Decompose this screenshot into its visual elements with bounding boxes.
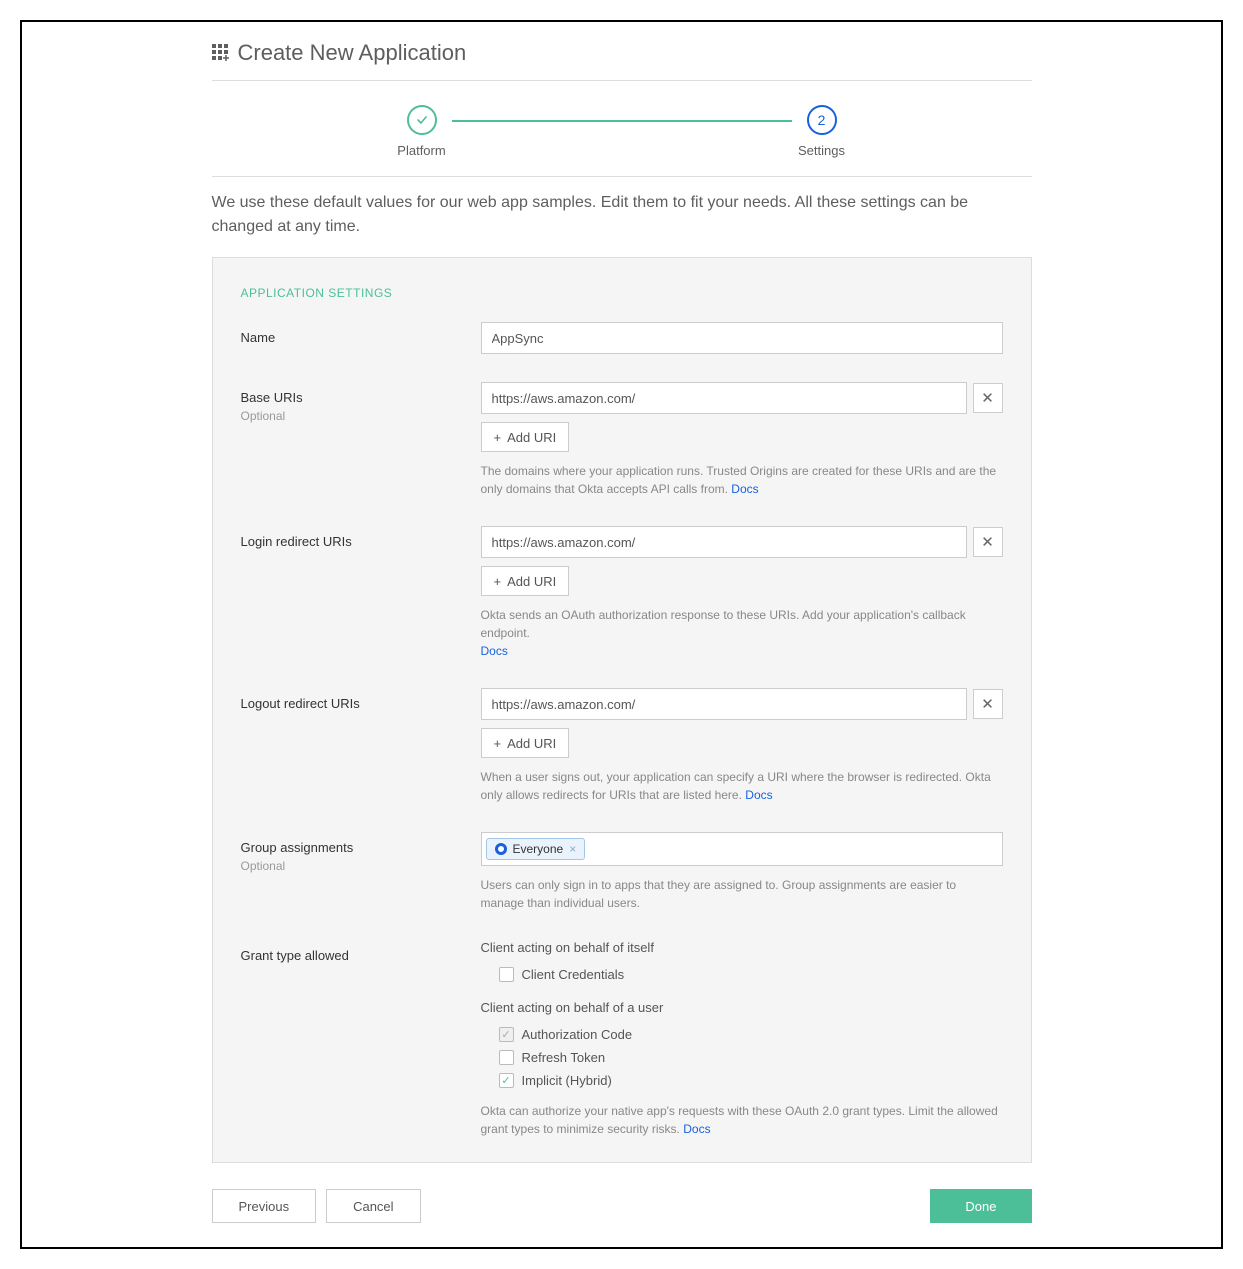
close-icon: ✕ — [981, 389, 994, 407]
step-settings: 2 Settings — [792, 105, 852, 158]
grant-type-label: Grant type allowed — [241, 940, 481, 965]
base-uris-helper: The domains where your application runs.… — [481, 462, 1003, 498]
login-uris-helper: Okta sends an OAuth authorization respon… — [481, 606, 1003, 660]
section-title: APPLICATION SETTINGS — [241, 286, 1003, 300]
grant-implicit-row[interactable]: ✓ Implicit (Hybrid) — [481, 1069, 1003, 1092]
remove-login-uri-button[interactable]: ✕ — [973, 527, 1003, 557]
grant-user-heading: Client acting on behalf of a user — [481, 1000, 1003, 1015]
checkbox-checked-disabled-icon: ✓ — [499, 1027, 514, 1042]
logout-uri-input[interactable] — [481, 688, 967, 720]
done-button[interactable]: Done — [930, 1189, 1031, 1223]
check-icon — [407, 105, 437, 135]
field-login-uris: Login redirect URIs ✕ + Add URI Okta sen… — [241, 526, 1003, 660]
field-base-uris: Base URIs Optional ✕ + Add URI The domai… — [241, 382, 1003, 498]
step-settings-number: 2 — [807, 105, 837, 135]
grant-self-heading: Client acting on behalf of itself — [481, 940, 1003, 955]
field-logout-uris: Logout redirect URIs ✕ + Add URI When a … — [241, 688, 1003, 804]
logout-uris-docs-link[interactable]: Docs — [745, 788, 772, 802]
groups-input[interactable]: Everyone × — [481, 832, 1003, 866]
base-uris-docs-link[interactable]: Docs — [731, 482, 758, 496]
grant-refresh-token-row[interactable]: Refresh Token — [481, 1046, 1003, 1069]
checkbox-checked-icon: ✓ — [499, 1073, 514, 1088]
cancel-button[interactable]: Cancel — [326, 1189, 420, 1223]
field-name: Name — [241, 322, 1003, 354]
name-input[interactable] — [481, 322, 1003, 354]
group-pill-everyone: Everyone × — [486, 838, 586, 860]
plus-icon: + — [494, 736, 502, 751]
grants-docs-link[interactable]: Docs — [683, 1122, 710, 1136]
login-uris-label: Login redirect URIs — [241, 526, 481, 551]
step-platform: Platform — [392, 105, 452, 158]
login-uri-input[interactable] — [481, 526, 967, 558]
remove-group-icon[interactable]: × — [569, 842, 576, 856]
page-title: Create New Application — [212, 40, 1032, 66]
add-login-uri-button[interactable]: + Add URI — [481, 566, 570, 596]
previous-button[interactable]: Previous — [212, 1189, 317, 1223]
step-line — [452, 120, 792, 122]
plus-icon: + — [494, 430, 502, 445]
add-logout-uri-button[interactable]: + Add URI — [481, 728, 570, 758]
stepper: Platform 2 Settings — [212, 81, 1032, 176]
close-icon: ✕ — [981, 533, 994, 551]
footer: Previous Cancel Done — [212, 1163, 1032, 1223]
plus-icon: + — [494, 574, 502, 589]
checkbox-unchecked-icon — [499, 967, 514, 982]
step-settings-label: Settings — [798, 143, 845, 158]
base-uri-input[interactable] — [481, 382, 967, 414]
checkbox-unchecked-icon — [499, 1050, 514, 1065]
intro-text: We use these default values for our web … — [212, 177, 1032, 257]
page-title-text: Create New Application — [238, 40, 467, 66]
field-group-assignments: Group assignments Optional Everyone × Us… — [241, 832, 1003, 912]
logout-uris-label: Logout redirect URIs — [241, 688, 481, 713]
login-uris-docs-link[interactable]: Docs — [481, 644, 508, 658]
add-base-uri-button[interactable]: + Add URI — [481, 422, 570, 452]
grant-client-credentials-row[interactable]: Client Credentials — [481, 963, 1003, 986]
groups-label: Group assignments Optional — [241, 832, 481, 875]
apps-add-icon — [212, 44, 230, 62]
remove-base-uri-button[interactable]: ✕ — [973, 383, 1003, 413]
grant-authorization-code-row[interactable]: ✓ Authorization Code — [481, 1023, 1003, 1046]
logout-uris-helper: When a user signs out, your application … — [481, 768, 1003, 804]
groups-helper: Users can only sign in to apps that they… — [481, 876, 1003, 912]
base-uris-label: Base URIs Optional — [241, 382, 481, 425]
settings-panel: APPLICATION SETTINGS Name Base URIs Opti… — [212, 257, 1032, 1163]
remove-logout-uri-button[interactable]: ✕ — [973, 689, 1003, 719]
name-label: Name — [241, 322, 481, 347]
step-platform-label: Platform — [397, 143, 445, 158]
close-icon: ✕ — [981, 695, 994, 713]
field-grant-type: Grant type allowed Client acting on beha… — [241, 940, 1003, 1138]
grants-helper: Okta can authorize your native app's req… — [481, 1102, 1003, 1138]
group-icon — [495, 843, 507, 855]
